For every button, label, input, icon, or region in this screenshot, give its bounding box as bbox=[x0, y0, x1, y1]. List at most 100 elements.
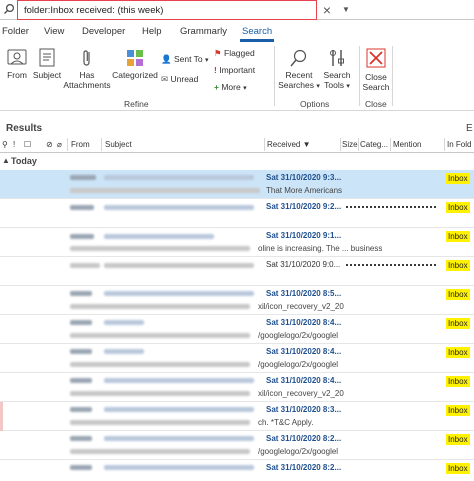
has-attachments-label-1: Has bbox=[79, 70, 95, 80]
redacted-sender bbox=[70, 349, 92, 354]
table-row[interactable]: Sat 31/10/2020 8:3... ch. *T&C Apply. In… bbox=[0, 402, 474, 431]
column-divider bbox=[264, 138, 265, 151]
refine-group-label: Refine bbox=[124, 99, 149, 109]
tab-developer[interactable]: Developer bbox=[82, 26, 125, 37]
preview-snippet: /googlelogo/2x/googlel bbox=[258, 447, 339, 456]
group-header-today[interactable]: ▲ Today bbox=[0, 153, 474, 169]
ribbon-separator bbox=[274, 46, 275, 106]
column-headers: ⚲ ! ☐ ⊘ ⌀ From Subject Received ▼ Size C… bbox=[0, 136, 474, 153]
table-row[interactable]: Sat 31/10/2020 8:2... Inbox bbox=[0, 460, 474, 481]
flag-icon: ⚑ bbox=[214, 48, 222, 58]
column-size[interactable]: Size bbox=[342, 140, 358, 149]
preview-snippet: xil/icon_recovery_v2_20 bbox=[258, 389, 344, 398]
tab-help[interactable]: Help bbox=[142, 26, 162, 37]
preview-snippet: oline is increasing. The ... business bbox=[258, 244, 383, 253]
close-search-button[interactable]: Close Search bbox=[362, 48, 390, 92]
recent-search-icon bbox=[290, 49, 307, 67]
more-button[interactable]: + More ▾ bbox=[214, 82, 247, 92]
column-divider bbox=[444, 138, 445, 151]
importance-column-icon[interactable]: ⚲ bbox=[2, 140, 8, 149]
folder-badge: Inbox bbox=[446, 289, 470, 300]
attachment-column-icon[interactable]: ⊘ bbox=[46, 140, 53, 149]
preview-snippet: /googlelogo/2x/googlel bbox=[258, 331, 339, 340]
preview-snippet: xil/icon_recovery_v2_20 bbox=[258, 302, 344, 311]
chevron-down-icon: ▾ bbox=[205, 57, 209, 64]
table-row[interactable]: Sat 31/10/2020 8:2... /googlelogo/2x/goo… bbox=[0, 431, 474, 460]
folder-badge: Inbox bbox=[446, 202, 470, 213]
categorized-button[interactable]: Categorized bbox=[112, 48, 158, 80]
redacted-sender bbox=[70, 234, 94, 239]
important-label: Important bbox=[219, 65, 256, 75]
from-label: From bbox=[7, 70, 27, 80]
table-row[interactable]: Sat 31/10/2020 9:3... That More American… bbox=[0, 170, 474, 199]
row-marker bbox=[0, 402, 3, 431]
column-categories[interactable]: Categ... bbox=[360, 140, 388, 149]
options-group-label: Options bbox=[300, 99, 330, 109]
tab-grammarly[interactable]: Grammarly bbox=[180, 26, 227, 37]
tab-search[interactable]: Search bbox=[242, 26, 272, 37]
column-subject[interactable]: Subject bbox=[105, 140, 132, 149]
chevron-down-icon: ▾ bbox=[243, 85, 247, 92]
ribbon: From Subject Has Attachments Categorized… bbox=[0, 42, 474, 111]
search-input[interactable]: folder:Inbox received: (this week) bbox=[17, 0, 317, 20]
redacted-preview bbox=[70, 304, 250, 309]
redacted-subject bbox=[104, 320, 144, 325]
table-row[interactable]: Sat 31/10/2020 9:2... Inbox bbox=[0, 199, 474, 228]
redacted-sender bbox=[70, 291, 92, 296]
sent-to-button[interactable]: 👤 Sent To ▾ bbox=[161, 54, 209, 65]
redacted-preview bbox=[70, 246, 250, 251]
collapse-caret-icon[interactable]: ▲ bbox=[2, 156, 10, 165]
redacted-sender bbox=[70, 263, 100, 268]
from-button[interactable]: From bbox=[4, 48, 30, 80]
search-icon bbox=[4, 3, 15, 14]
preview-snippet: ch. *T&C Apply. bbox=[258, 418, 314, 427]
redacted-subject bbox=[104, 234, 214, 239]
folder-badge: Inbox bbox=[446, 347, 470, 358]
table-row[interactable]: Sat 31/10/2020 8:4... /googlelogo/2x/goo… bbox=[0, 344, 474, 373]
table-row[interactable]: Sat 31/10/2020 9:1... oline is increasin… bbox=[0, 228, 474, 257]
column-received[interactable]: Received ▼ bbox=[267, 140, 311, 149]
has-attachments-button[interactable]: Has Attachments bbox=[62, 48, 112, 90]
chevron-down-icon[interactable]: ▼ bbox=[339, 2, 353, 18]
redacted-preview bbox=[70, 362, 250, 367]
close-icon[interactable]: × bbox=[319, 2, 335, 18]
paperclip-column-icon[interactable]: ⌀ bbox=[57, 140, 62, 149]
preview-snippet: That More Americans bbox=[266, 186, 343, 195]
redacted-subject bbox=[104, 436, 254, 441]
paperclip-icon bbox=[83, 50, 90, 66]
important-button[interactable]: ! Important bbox=[214, 65, 255, 75]
results-list: Sat 31/10/2020 9:3... That More American… bbox=[0, 170, 474, 481]
tab-view[interactable]: View bbox=[44, 26, 64, 37]
recent-searches-button[interactable]: Recent Searches ▾ bbox=[278, 48, 320, 92]
column-divider bbox=[358, 138, 359, 151]
column-mention[interactable]: Mention bbox=[393, 140, 421, 149]
recent-searches-label-2: Searches ▾ bbox=[278, 80, 320, 90]
folder-badge: Inbox bbox=[446, 173, 470, 184]
column-from[interactable]: From bbox=[71, 140, 90, 149]
sent-to-label: Sent To bbox=[173, 54, 203, 64]
group-label: Today bbox=[11, 156, 37, 166]
results-header: Results E bbox=[0, 111, 474, 136]
table-row[interactable]: Sat 31/10/2020 9:0... Inbox bbox=[0, 257, 474, 286]
tab-folder[interactable]: Folder bbox=[2, 26, 29, 37]
reminder-column-icon[interactable]: ! bbox=[13, 140, 15, 149]
dotted-divider bbox=[346, 263, 436, 266]
redacted-subject bbox=[104, 349, 144, 354]
search-tools-label-1: Search bbox=[323, 70, 351, 80]
redacted-sender bbox=[70, 205, 94, 210]
icon-column-icon[interactable]: ☐ bbox=[24, 140, 31, 149]
column-in-folder[interactable]: In Fold bbox=[447, 140, 471, 149]
column-divider bbox=[101, 138, 102, 151]
redacted-subject bbox=[104, 407, 254, 412]
redacted-sender bbox=[70, 436, 92, 441]
table-row[interactable]: Sat 31/10/2020 8:5... xil/icon_recovery_… bbox=[0, 286, 474, 315]
table-row[interactable]: Sat 31/10/2020 8:4... xil/icon_recovery_… bbox=[0, 373, 474, 402]
redacted-preview bbox=[70, 333, 250, 338]
subject-button[interactable]: Subject bbox=[32, 48, 62, 80]
flagged-button[interactable]: ⚑ Flagged bbox=[214, 48, 255, 59]
search-tools-button[interactable]: Search Tools ▾ bbox=[320, 48, 354, 92]
unread-button[interactable]: ✉ Unread bbox=[161, 74, 198, 85]
table-row[interactable]: Sat 31/10/2020 8:4... /googlelogo/2x/goo… bbox=[0, 315, 474, 344]
received-date: Sat 31/10/2020 8:2... bbox=[266, 434, 342, 443]
categorized-label: Categorized bbox=[112, 70, 158, 80]
